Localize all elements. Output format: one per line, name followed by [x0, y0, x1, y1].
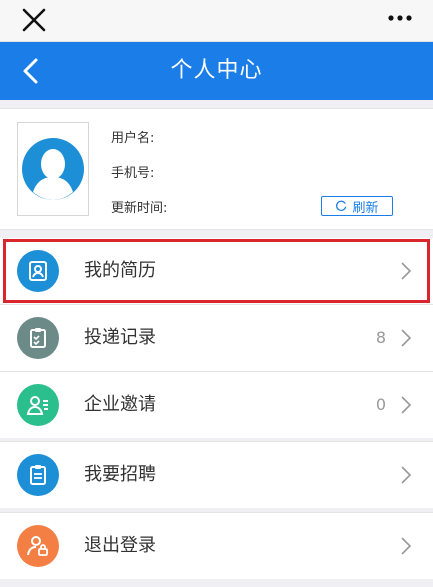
resume-icon: [29, 261, 47, 281]
invites-icon-circle: [17, 384, 59, 426]
username-label: 用户名:: [111, 131, 155, 146]
page-title: 个人中心: [170, 58, 263, 83]
company-invites-label: 企业邀请: [84, 394, 156, 415]
invites-count: 0: [375, 395, 386, 414]
nav-bar: 个人中心: [0, 42, 433, 100]
user-avatar-icon: [22, 138, 84, 200]
user-lock-icon: [27, 536, 48, 556]
chevron-right-icon: [401, 262, 412, 280]
close-icon[interactable]: [20, 6, 48, 34]
phone-label: 手机号:: [111, 166, 155, 181]
profile-card: 用户名: 手机号: 更新时间: 刷新: [0, 108, 433, 230]
more-icon[interactable]: [387, 12, 413, 24]
menu-item-logout[interactable]: 退出登录: [0, 513, 433, 579]
recruit-label: 我要招聘: [84, 464, 156, 485]
refresh-label: 刷新: [352, 200, 379, 216]
avatar[interactable]: [17, 122, 89, 216]
delivery-icon-circle: [17, 317, 59, 359]
resume-label: 我的简历: [84, 260, 156, 281]
updated-time-label: 更新时间:: [111, 201, 168, 216]
chevron-right-icon: [401, 537, 412, 555]
menu-item-delivery-records[interactable]: 投递记录 8: [0, 305, 433, 371]
chevron-right-icon: [401, 329, 412, 347]
menu-item-resume[interactable]: 我的简历: [0, 238, 433, 304]
logout-label: 退出登录: [84, 535, 156, 556]
top-bar: [0, 0, 433, 42]
delivery-count: 8: [375, 328, 386, 347]
chevron-right-icon: [401, 396, 412, 414]
person-list-icon: [26, 396, 48, 415]
refresh-button[interactable]: 刷新: [321, 196, 393, 216]
menu-item-company-invites[interactable]: 企业邀请 0: [0, 372, 433, 438]
refresh-icon: [336, 200, 347, 211]
logout-icon-circle: [17, 525, 59, 567]
recruit-icon-circle: [17, 454, 59, 496]
chevron-right-icon: [401, 466, 412, 484]
clipboard-check-icon: [30, 328, 46, 348]
clipboard-list-icon: [30, 465, 46, 485]
delivery-records-label: 投递记录: [84, 327, 156, 348]
resume-icon-circle: [17, 250, 59, 292]
menu-item-recruit[interactable]: 我要招聘: [0, 442, 433, 508]
